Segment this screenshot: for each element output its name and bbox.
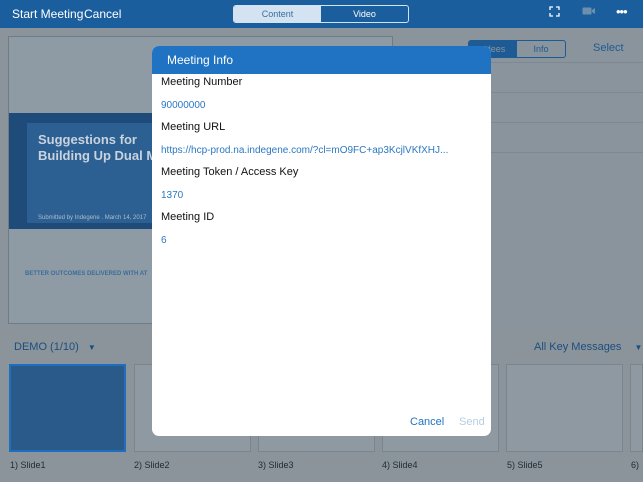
meeting-number-label: Meeting Number (161, 76, 243, 88)
meeting-number-value[interactable]: 90000000 (161, 100, 483, 111)
segment-video[interactable]: Video (321, 6, 408, 22)
slide-label: 4) Slide4 (382, 460, 418, 470)
slide-label: 1) Slide1 (10, 460, 46, 470)
content-video-segmented-control: Content Video (233, 5, 409, 23)
dialog-title: Meeting Info (152, 46, 491, 74)
slide-thumbnail[interactable] (630, 364, 643, 452)
slide-label: 5) Slide5 (507, 460, 543, 470)
filter-label: All Key Messages (534, 341, 622, 353)
slide-thumbnail[interactable] (9, 364, 126, 452)
slide-label: 3) Slide3 (258, 460, 294, 470)
meeting-id-value[interactable]: 6 (161, 235, 483, 246)
tab-info[interactable]: Info (517, 41, 565, 57)
slide-thumbnail[interactable] (506, 364, 623, 452)
more-icon[interactable]: ••• (616, 4, 628, 19)
slide-label: 2) Slide2 (134, 460, 170, 470)
cancel-button[interactable]: Cancel (410, 416, 444, 428)
select-button[interactable]: Select (593, 42, 624, 54)
expand-icon[interactable] (549, 6, 560, 20)
meeting-url-label: Meeting URL (161, 121, 226, 133)
meeting-info-dialog: Meeting Info Meeting Number 90000000 Mee… (152, 46, 491, 436)
slide-title: Suggestions for Building Up Dual M (38, 132, 158, 163)
meeting-url-value[interactable]: https://hcp-prod.na.indegene.com/?cl=mO9… (161, 145, 483, 156)
top-bar: Start Meeting Cancel Content Video ••• (0, 0, 643, 28)
start-meeting-button[interactable]: Start Meeting (12, 7, 83, 21)
deck-name: DEMO (1/10) (14, 341, 79, 353)
key-messages-filter[interactable]: All Key Messages ▼ (534, 341, 642, 353)
meeting-id-label: Meeting ID (161, 211, 215, 223)
cancel-meeting-button[interactable]: Cancel (84, 7, 121, 21)
slide-label: 6) (631, 460, 640, 470)
segment-content[interactable]: Content (234, 6, 321, 22)
meeting-token-value[interactable]: 1370 (161, 190, 483, 201)
camera-icon[interactable] (582, 6, 596, 19)
meeting-token-label: Meeting Token / Access Key (161, 166, 299, 178)
slide-footer: BETTER OUTCOMES DELIVERED WITH AT (25, 271, 148, 277)
send-button[interactable]: Send (459, 416, 485, 428)
deck-selector[interactable]: DEMO (1/10) ▼ (14, 341, 96, 353)
chevron-down-icon: ▼ (87, 343, 96, 352)
slide-subtitle: Submitted by Indegene . March 14, 2017 (38, 215, 147, 221)
chevron-down-icon: ▼ (634, 343, 643, 352)
